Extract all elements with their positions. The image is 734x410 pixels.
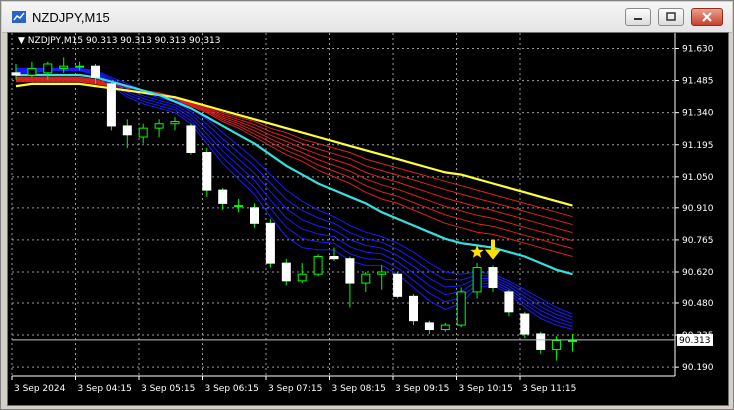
bull-candle [568, 340, 577, 343]
y-tick-label: 91.195 [682, 141, 714, 151]
red-ma-line [16, 76, 573, 257]
y-tick-label: 90.765 [682, 236, 714, 246]
price-chart[interactable]: 91.630 91.485 91.340 91.195 91.050 90.910 90.7… [8, 33, 728, 405]
red-ma-line [16, 77, 573, 249]
annotations-layer [470, 239, 501, 260]
bull-candle [361, 273, 371, 284]
bear-candle [11, 72, 21, 76]
bull-candle [138, 127, 148, 138]
bear-candle [218, 189, 228, 204]
x-tick-label: 3 Sep 04:15 [78, 384, 132, 394]
bull-candle [440, 324, 450, 331]
bear-candle [393, 273, 403, 297]
restore-icon [666, 12, 676, 21]
y-tick-label: 91.340 [682, 109, 714, 119]
red-ma-line [16, 80, 573, 226]
bear-candle [329, 256, 339, 260]
chart-area[interactable]: 91.630 91.485 91.340 91.195 91.050 90.910 90.7… [7, 32, 729, 406]
bull-candle [456, 291, 466, 326]
window-title: NZDJPY,M15 [32, 10, 110, 25]
y-tick-label: 90.190 [682, 363, 714, 373]
arrow-head [485, 249, 501, 260]
bear-candle [106, 83, 116, 127]
symbol-header: NZDJPY,M15 90.313 90.313 90.313 90.313 [27, 36, 221, 46]
x-tick-label: 3 Sep 08:15 [332, 384, 386, 394]
bear-candle [91, 65, 100, 78]
x-tick-label: 3 Sep 09:15 [395, 384, 449, 394]
bear-candle [345, 258, 355, 284]
x-tick-label: 3 Sep 05:15 [141, 384, 195, 394]
bull-candle [154, 123, 164, 129]
title-bar[interactable]: NZDJPY,M15 [2, 2, 732, 33]
bear-candle [504, 291, 514, 313]
arrow-down-icon [485, 239, 501, 260]
current-price-label: 90.313 [679, 336, 711, 346]
moving-averages-layer [15, 67, 573, 330]
x-tick-label: 3 Sep 2024 [14, 384, 66, 394]
restore-button[interactable] [658, 8, 684, 26]
blue-ma-line [16, 70, 573, 330]
candles-layer [11, 57, 577, 361]
bear-candle [520, 313, 530, 335]
minimize-icon [634, 18, 642, 20]
bear-candle [536, 333, 546, 350]
close-icon [702, 12, 712, 22]
chart-menu-icon[interactable]: ▼ [18, 36, 25, 46]
chart-header: ▼ NZDJPY,M15 90.313 90.313 90.313 90.313 [18, 36, 221, 46]
bear-candle [409, 295, 418, 322]
bull-candle [59, 65, 69, 69]
bull-candle [377, 271, 387, 275]
bull-candle [234, 205, 244, 208]
bull-candle [170, 121, 180, 125]
bull-candle [297, 273, 307, 282]
y-tick-label: 91.050 [682, 173, 714, 183]
bear-candle [488, 267, 498, 288]
x-tick-label: 3 Sep 10:15 [459, 384, 513, 394]
bear-candle [424, 322, 434, 331]
y-tick-label: 91.485 [682, 77, 714, 87]
bull-candle [27, 67, 37, 76]
y-tick-label: 90.910 [682, 204, 714, 214]
bear-candle [265, 222, 275, 264]
chart-window: NZDJPY,M15 91.630 91.485 91.340 91.195 91.05… [0, 0, 734, 410]
bear-candle [281, 262, 291, 282]
chart-app-icon [12, 11, 26, 23]
cyan-ma-line [16, 73, 573, 276]
bear-candle [186, 125, 196, 153]
y-tick-label: 90.620 [682, 268, 714, 278]
red-ma-line [16, 79, 573, 234]
bull-candle [75, 65, 85, 68]
close-button[interactable] [691, 8, 723, 26]
bull-candle [43, 63, 53, 74]
x-tick-label: 3 Sep 11:15 [522, 384, 576, 394]
bull-candle [472, 267, 482, 293]
bull-candle [313, 256, 323, 275]
bear-candle [202, 151, 212, 191]
bear-candle [250, 207, 259, 224]
x-tick-label: 3 Sep 07:15 [268, 384, 322, 394]
y-tick-label: 90.480 [682, 299, 714, 309]
bull-candle [552, 340, 562, 350]
red-ma-line [16, 78, 573, 242]
bear-candle [122, 125, 132, 136]
y-tick-label: 91.630 [682, 44, 714, 54]
minimize-button[interactable] [625, 8, 651, 26]
x-tick-label: 3 Sep 06:15 [205, 384, 259, 394]
